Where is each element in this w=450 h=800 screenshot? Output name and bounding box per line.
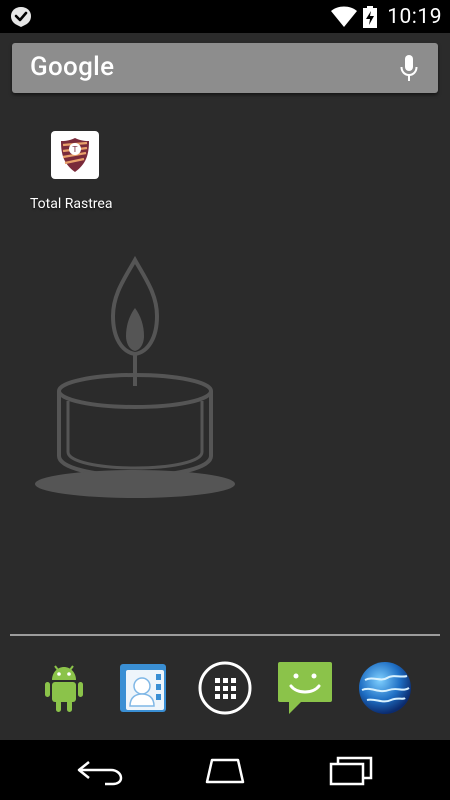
recents-icon[interactable] [325,754,377,786]
home-icon[interactable] [199,754,251,786]
svg-text:T: T [72,145,78,154]
dock-divider [10,634,440,636]
android-icon[interactable] [36,660,92,716]
battery-charging-icon [363,5,378,28]
clock-time: 10:19 [387,4,442,29]
back-icon[interactable] [75,754,127,786]
microphone-icon[interactable] [400,55,418,83]
app-label: Total Rastrea [30,196,113,212]
status-icons: 10:19 [331,0,450,33]
total-rastreamento-icon[interactable]: T [51,131,99,179]
wifi-icon [331,6,358,27]
navigation-bar [0,740,450,800]
globe-icon[interactable] [357,660,413,716]
status-bar: 10:19 [0,0,450,33]
candle-icon [35,256,235,498]
google-search-bar[interactable]: Google [12,43,438,93]
notification-check-icon[interactable] [10,6,32,28]
messaging-icon[interactable] [277,660,333,716]
contacts-icon[interactable] [116,660,172,716]
app-drawer-icon[interactable] [197,660,253,716]
google-logo: Google [30,52,115,82]
